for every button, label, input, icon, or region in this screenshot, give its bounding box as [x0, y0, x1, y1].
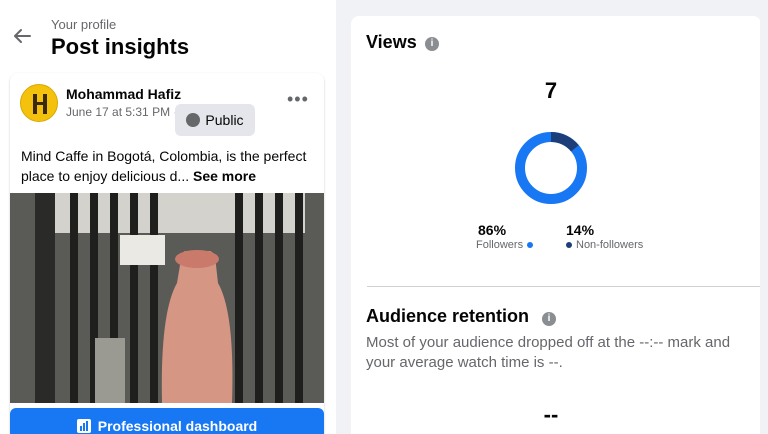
- professional-dashboard-label: Professional dashboard: [97, 418, 258, 434]
- followers-percent: 86%: [478, 222, 507, 238]
- non-followers-legend: Non-followers: [566, 239, 643, 251]
- insights-panel: Views i 7 86% Followers 14% Non-follower…: [351, 16, 768, 434]
- page-subtitle: Your profile: [51, 17, 117, 32]
- views-title: Views: [366, 32, 417, 52]
- post-date[interactable]: June 17 at 5:31 PM: [66, 105, 170, 119]
- post-photo-illustration: [10, 193, 324, 403]
- author-name[interactable]: Mohammad Hafiz: [66, 86, 181, 102]
- left-panel: Your profile Post insights Mohammad Hafi…: [0, 0, 336, 434]
- globe-icon: [186, 113, 201, 127]
- more-options-icon[interactable]: •••: [287, 89, 309, 110]
- professional-dashboard-button[interactable]: Professional dashboard: [10, 408, 324, 434]
- post-text: Mind Caffe in Bogotá, Colombia, is the p…: [21, 146, 321, 186]
- retention-info-icon[interactable]: i: [542, 312, 556, 326]
- audience-label: Public: [205, 112, 244, 128]
- see-more-link[interactable]: See more: [193, 168, 256, 184]
- avatar[interactable]: [20, 84, 58, 122]
- views-info-icon[interactable]: i: [425, 37, 439, 51]
- audience-chip[interactable]: Public: [175, 104, 255, 136]
- non-followers-label: Non-followers: [576, 239, 644, 251]
- post-meta: June 17 at 5:31 PM ·: [66, 105, 177, 119]
- post-body: Mind Caffe in Bogotá, Colombia, is the p…: [21, 148, 307, 184]
- retention-value: --: [543, 402, 559, 427]
- back-arrow-icon[interactable]: [10, 24, 34, 48]
- post-card: Mohammad Hafiz June 17 at 5:31 PM · Publ…: [10, 73, 324, 434]
- followers-legend: Followers: [476, 239, 534, 251]
- section-divider: [367, 286, 768, 287]
- views-donut-chart: [515, 132, 587, 204]
- non-followers-dot: [566, 242, 572, 248]
- dashboard-icon: [76, 419, 91, 433]
- post-image[interactable]: [10, 193, 324, 403]
- followers-dot: [527, 242, 534, 248]
- page-title: Post insights: [51, 34, 190, 59]
- non-followers-percent: 14%: [566, 222, 595, 238]
- views-total: 7: [544, 78, 558, 103]
- retention-description: Most of your audience dropped off at the…: [366, 334, 731, 371]
- followers-label: Followers: [476, 239, 524, 251]
- retention-title: Audience retention: [366, 306, 530, 326]
- right-gutter: [760, 16, 768, 434]
